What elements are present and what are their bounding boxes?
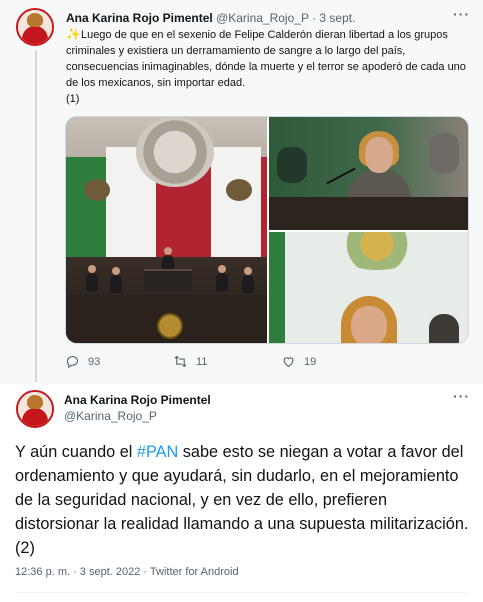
divider — [15, 592, 468, 593]
author-name-text[interactable]: Ana Karina Rojo Pimentel — [64, 393, 211, 407]
more-options-icon[interactable]: ··· — [453, 388, 470, 404]
retweet-icon — [174, 355, 187, 368]
reply-icon — [66, 355, 79, 369]
photo-speaker-closeup[interactable] — [269, 232, 468, 343]
author-name[interactable]: Ana Karina Rojo Pimentel — [64, 392, 211, 408]
author-handle[interactable]: @Karina_Rojo_P — [216, 11, 309, 25]
avatar[interactable] — [16, 8, 54, 46]
more-options-icon[interactable]: ··· — [453, 6, 470, 22]
tweet-actions: 93 11 19 — [65, 354, 365, 372]
author-handle[interactable]: @Karina_Rojo_P — [64, 408, 157, 424]
divider — [0, 382, 483, 383]
hashtag-link[interactable]: #PAN — [137, 443, 178, 461]
photo-speaker-microphone[interactable] — [269, 117, 468, 230]
reply-count: 93 — [88, 355, 101, 368]
photo-chamber-podium[interactable] — [66, 117, 267, 343]
tweet-text-before: Y aún cuando el — [15, 443, 137, 461]
avatar[interactable] — [16, 390, 54, 428]
thread-counter: (1) — [66, 93, 80, 105]
tweet-text-body: Luego de que en el sexenio de Felipe Cal… — [66, 29, 466, 89]
tweet-text: ✨Luego de que en el sexenio de Felipe Ca… — [66, 26, 466, 107]
author-name[interactable]: Ana Karina Rojo Pimentel — [66, 11, 213, 25]
tweet-header: Ana Karina Rojo Pimentel @Karina_Rojo_P … — [66, 10, 355, 26]
media-grid — [65, 116, 469, 344]
reply-button[interactable]: 93 — [65, 354, 100, 369]
heart-icon — [283, 357, 294, 368]
tweet-timestamp[interactable]: 12:36 p. m. · 3 sept. 2022 · Twitter for… — [15, 566, 239, 578]
parent-tweet[interactable]: Ana Karina Rojo Pimentel @Karina_Rojo_P … — [0, 0, 483, 382]
like-button[interactable]: 19 — [281, 354, 316, 369]
sparkles-emoji: ✨ — [66, 27, 81, 41]
retweet-count: 11 — [196, 355, 208, 368]
tweet-date[interactable]: 3 sept. — [319, 11, 355, 25]
header-separator: · — [312, 11, 317, 25]
thread-connector-line — [35, 50, 37, 382]
tweet-text: Y aún cuando el #PAN sabe esto se niegan… — [15, 440, 475, 560]
like-count: 19 — [304, 355, 317, 368]
retweet-button[interactable]: 11 — [173, 354, 207, 369]
